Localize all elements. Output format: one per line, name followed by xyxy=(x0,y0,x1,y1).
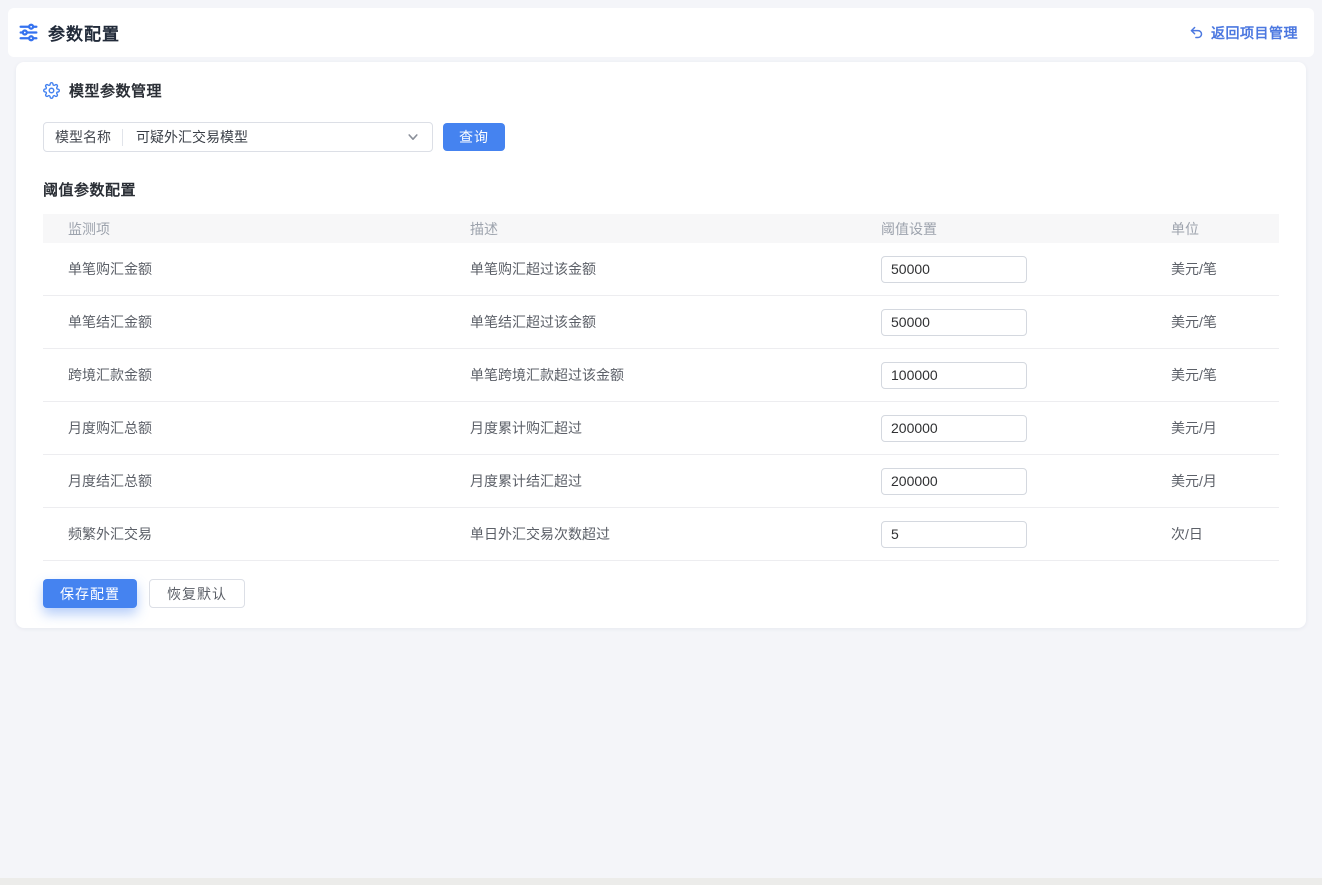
monitor-item-cell: 单笔结汇金额 xyxy=(43,296,445,349)
unit-cell: 美元/笔 xyxy=(1146,349,1279,402)
description-cell: 单笔跨境汇款超过该金额 xyxy=(445,349,856,402)
return-arrow-icon xyxy=(1189,25,1204,40)
unit-cell: 美元/月 xyxy=(1146,455,1279,508)
model-name-select[interactable]: 模型名称 可疑外汇交易模型 xyxy=(43,122,433,152)
table-row: 月度购汇总额 月度累计购汇超过 美元/月 xyxy=(43,402,1279,455)
table-row: 频繁外汇交易 单日外汇交易次数超过 次/日 xyxy=(43,508,1279,561)
back-link-label: 返回项目管理 xyxy=(1211,23,1298,43)
description-cell: 单日外汇交易次数超过 xyxy=(445,508,856,561)
model-select-value: 可疑外汇交易模型 xyxy=(123,127,406,147)
chevron-down-icon xyxy=(406,130,432,144)
top-header: 参数配置 返回项目管理 xyxy=(8,8,1314,57)
restore-default-button[interactable]: 恢复默认 xyxy=(149,579,245,608)
threshold-input[interactable] xyxy=(881,415,1027,442)
table-row: 单笔结汇金额 单笔结汇超过该金额 美元/笔 xyxy=(43,296,1279,349)
monitor-item-cell: 月度购汇总额 xyxy=(43,402,445,455)
description-cell: 月度累计结汇超过 xyxy=(445,455,856,508)
threshold-input[interactable] xyxy=(881,362,1027,389)
unit-cell: 美元/月 xyxy=(1146,402,1279,455)
unit-cell: 次/日 xyxy=(1146,508,1279,561)
threshold-input[interactable] xyxy=(881,468,1027,495)
threshold-input[interactable] xyxy=(881,256,1027,283)
model-query-row: 模型名称 可疑外汇交易模型 查询 xyxy=(43,122,1279,152)
column-header-unit: 单位 xyxy=(1146,214,1279,243)
monitor-item-cell: 频繁外汇交易 xyxy=(43,508,445,561)
monitor-item-cell: 月度结汇总额 xyxy=(43,455,445,508)
query-button[interactable]: 查询 xyxy=(443,123,505,151)
model-section-header: 模型参数管理 xyxy=(43,80,1279,101)
gear-icon xyxy=(43,82,60,99)
table-row: 月度结汇总额 月度累计结汇超过 美元/月 xyxy=(43,455,1279,508)
column-header-threshold: 阈值设置 xyxy=(856,214,1146,243)
back-to-projects-link[interactable]: 返回项目管理 xyxy=(1189,23,1298,43)
sliders-icon xyxy=(18,22,39,43)
save-config-button[interactable]: 保存配置 xyxy=(43,579,137,608)
description-cell: 单笔购汇超过该金额 xyxy=(445,243,856,296)
threshold-section-title: 阈值参数配置 xyxy=(43,179,1279,200)
description-cell: 单笔结汇超过该金额 xyxy=(445,296,856,349)
table-row: 单笔购汇金额 单笔购汇超过该金额 美元/笔 xyxy=(43,243,1279,296)
threshold-table: 监测项 描述 阈值设置 单位 单笔购汇金额 单笔购汇超过该金额 美元/笔 单笔结… xyxy=(43,214,1279,561)
parameter-card: 模型参数管理 模型名称 可疑外汇交易模型 查询 阈值参数配置 监测项 描述 阈值… xyxy=(16,62,1306,628)
action-buttons: 保存配置 恢复默认 xyxy=(43,579,1279,608)
monitor-item-cell: 跨境汇款金额 xyxy=(43,349,445,402)
table-row: 跨境汇款金额 单笔跨境汇款超过该金额 美元/笔 xyxy=(43,349,1279,402)
monitor-item-cell: 单笔购汇金额 xyxy=(43,243,445,296)
threshold-input[interactable] xyxy=(881,521,1027,548)
page-title: 参数配置 xyxy=(48,20,120,45)
bottom-edge-strip xyxy=(0,878,1322,885)
model-section-title: 模型参数管理 xyxy=(69,80,162,101)
table-header-row: 监测项 描述 阈值设置 单位 xyxy=(43,214,1279,243)
column-header-item: 监测项 xyxy=(43,214,445,243)
unit-cell: 美元/笔 xyxy=(1146,243,1279,296)
threshold-input[interactable] xyxy=(881,309,1027,336)
unit-cell: 美元/笔 xyxy=(1146,296,1279,349)
column-header-description: 描述 xyxy=(445,214,856,243)
page-title-group: 参数配置 xyxy=(18,20,120,45)
model-select-label: 模型名称 xyxy=(44,127,122,147)
description-cell: 月度累计购汇超过 xyxy=(445,402,856,455)
